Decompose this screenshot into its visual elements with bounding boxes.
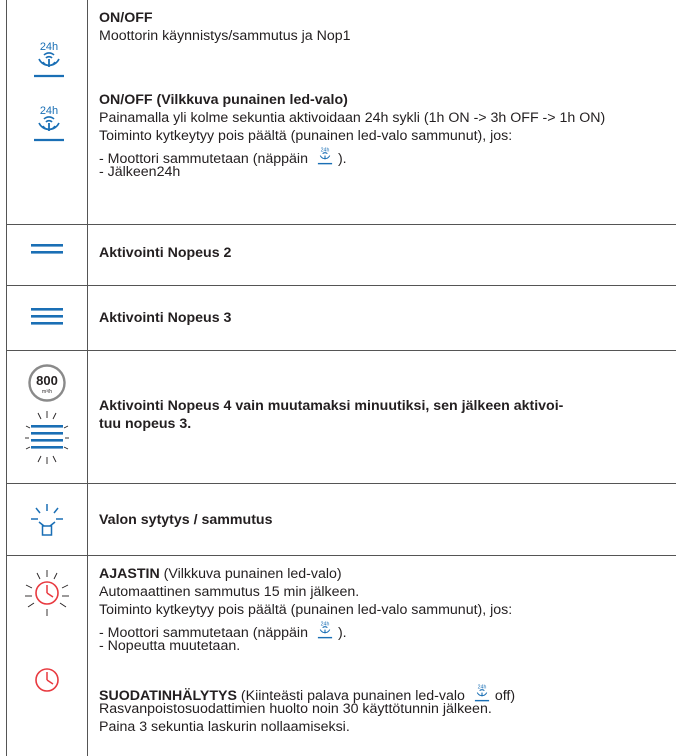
power-24h-icon: 24h — [30, 40, 68, 84]
timer-blink-icon — [24, 568, 70, 618]
row-divider — [6, 350, 676, 351]
power-24h-icon: 24h — [30, 104, 68, 148]
row-divider — [6, 224, 676, 225]
svg-text:24h: 24h — [40, 41, 58, 53]
power-24h-icon: 24h — [316, 146, 334, 168]
power-24h-icon: 24h — [316, 620, 334, 642]
timer-line1: Automaattinen sammutus 15 min jälkeen. — [99, 584, 360, 600]
onoff-blink-line1: Painamalla yli kolme sekuntia aktivoidaa… — [99, 110, 606, 126]
filter-line1: Rasvanpoistosuodattimien huolto noin 30 … — [99, 701, 492, 717]
svg-text:m³/h: m³/h — [42, 389, 52, 395]
filter-title-end: off) — [494, 688, 516, 704]
filter-line2: Paina 3 sekuntia laskurin nollaamiseksi. — [99, 719, 350, 735]
speed-2-icon — [30, 242, 64, 256]
onoff-blink-line4: - Jälkeen24h — [99, 164, 181, 180]
timer-title-suffix: (Vilkkuva punainen led-valo) — [159, 566, 342, 582]
speed-4-blink-icon — [24, 409, 70, 467]
row-divider — [6, 285, 676, 286]
timer-title-label: AJASTIN — [99, 566, 160, 582]
svg-text:800: 800 — [36, 373, 58, 388]
speed-800-badge-icon: 800 m³/h — [27, 363, 67, 403]
speed-4-line2: tuu nopeus 3. — [99, 416, 192, 432]
timer-title: AJASTIN (Vilkkuva punainen led-valo) — [99, 566, 342, 584]
speed-2-title: Aktivointi Nopeus 2 — [99, 245, 232, 261]
row-divider — [6, 555, 676, 556]
onoff-blink-line2: Toiminto kytkeytyy pois päältä (punainen… — [99, 128, 513, 144]
light-title: Valon sytytys / sammutus — [99, 512, 273, 528]
light-bulb-icon — [30, 503, 64, 539]
table-column-divider — [87, 0, 88, 756]
onoff-description: Moottorin käynnistys/sammutus ja Nop1 — [99, 28, 351, 44]
speed-3-icon — [30, 306, 64, 328]
timer-line2: Toiminto kytkeytyy pois päältä (punainen… — [99, 602, 513, 618]
svg-text:24h: 24h — [40, 105, 58, 117]
row-divider — [6, 483, 676, 484]
timer-line3-end: ). — [337, 625, 347, 641]
instruction-table: 24h ON/OFF Moottorin käynnistys/sammutus… — [6, 0, 676, 756]
filter-alarm-clock-icon — [34, 667, 60, 693]
table-left-border — [6, 0, 7, 756]
onoff-title: ON/OFF — [99, 10, 153, 26]
speed-4-line1: Aktivointi Nopeus 4 vain muutamaksi minu… — [99, 398, 564, 414]
speed-3-title: Aktivointi Nopeus 3 — [99, 310, 232, 326]
onoff-blink-line3-end: ). — [337, 151, 347, 167]
onoff-blink-title: ON/OFF (Vilkkuva punainen led-valo) — [99, 92, 348, 108]
timer-line4: - Nopeutta muutetaan. — [99, 638, 241, 654]
